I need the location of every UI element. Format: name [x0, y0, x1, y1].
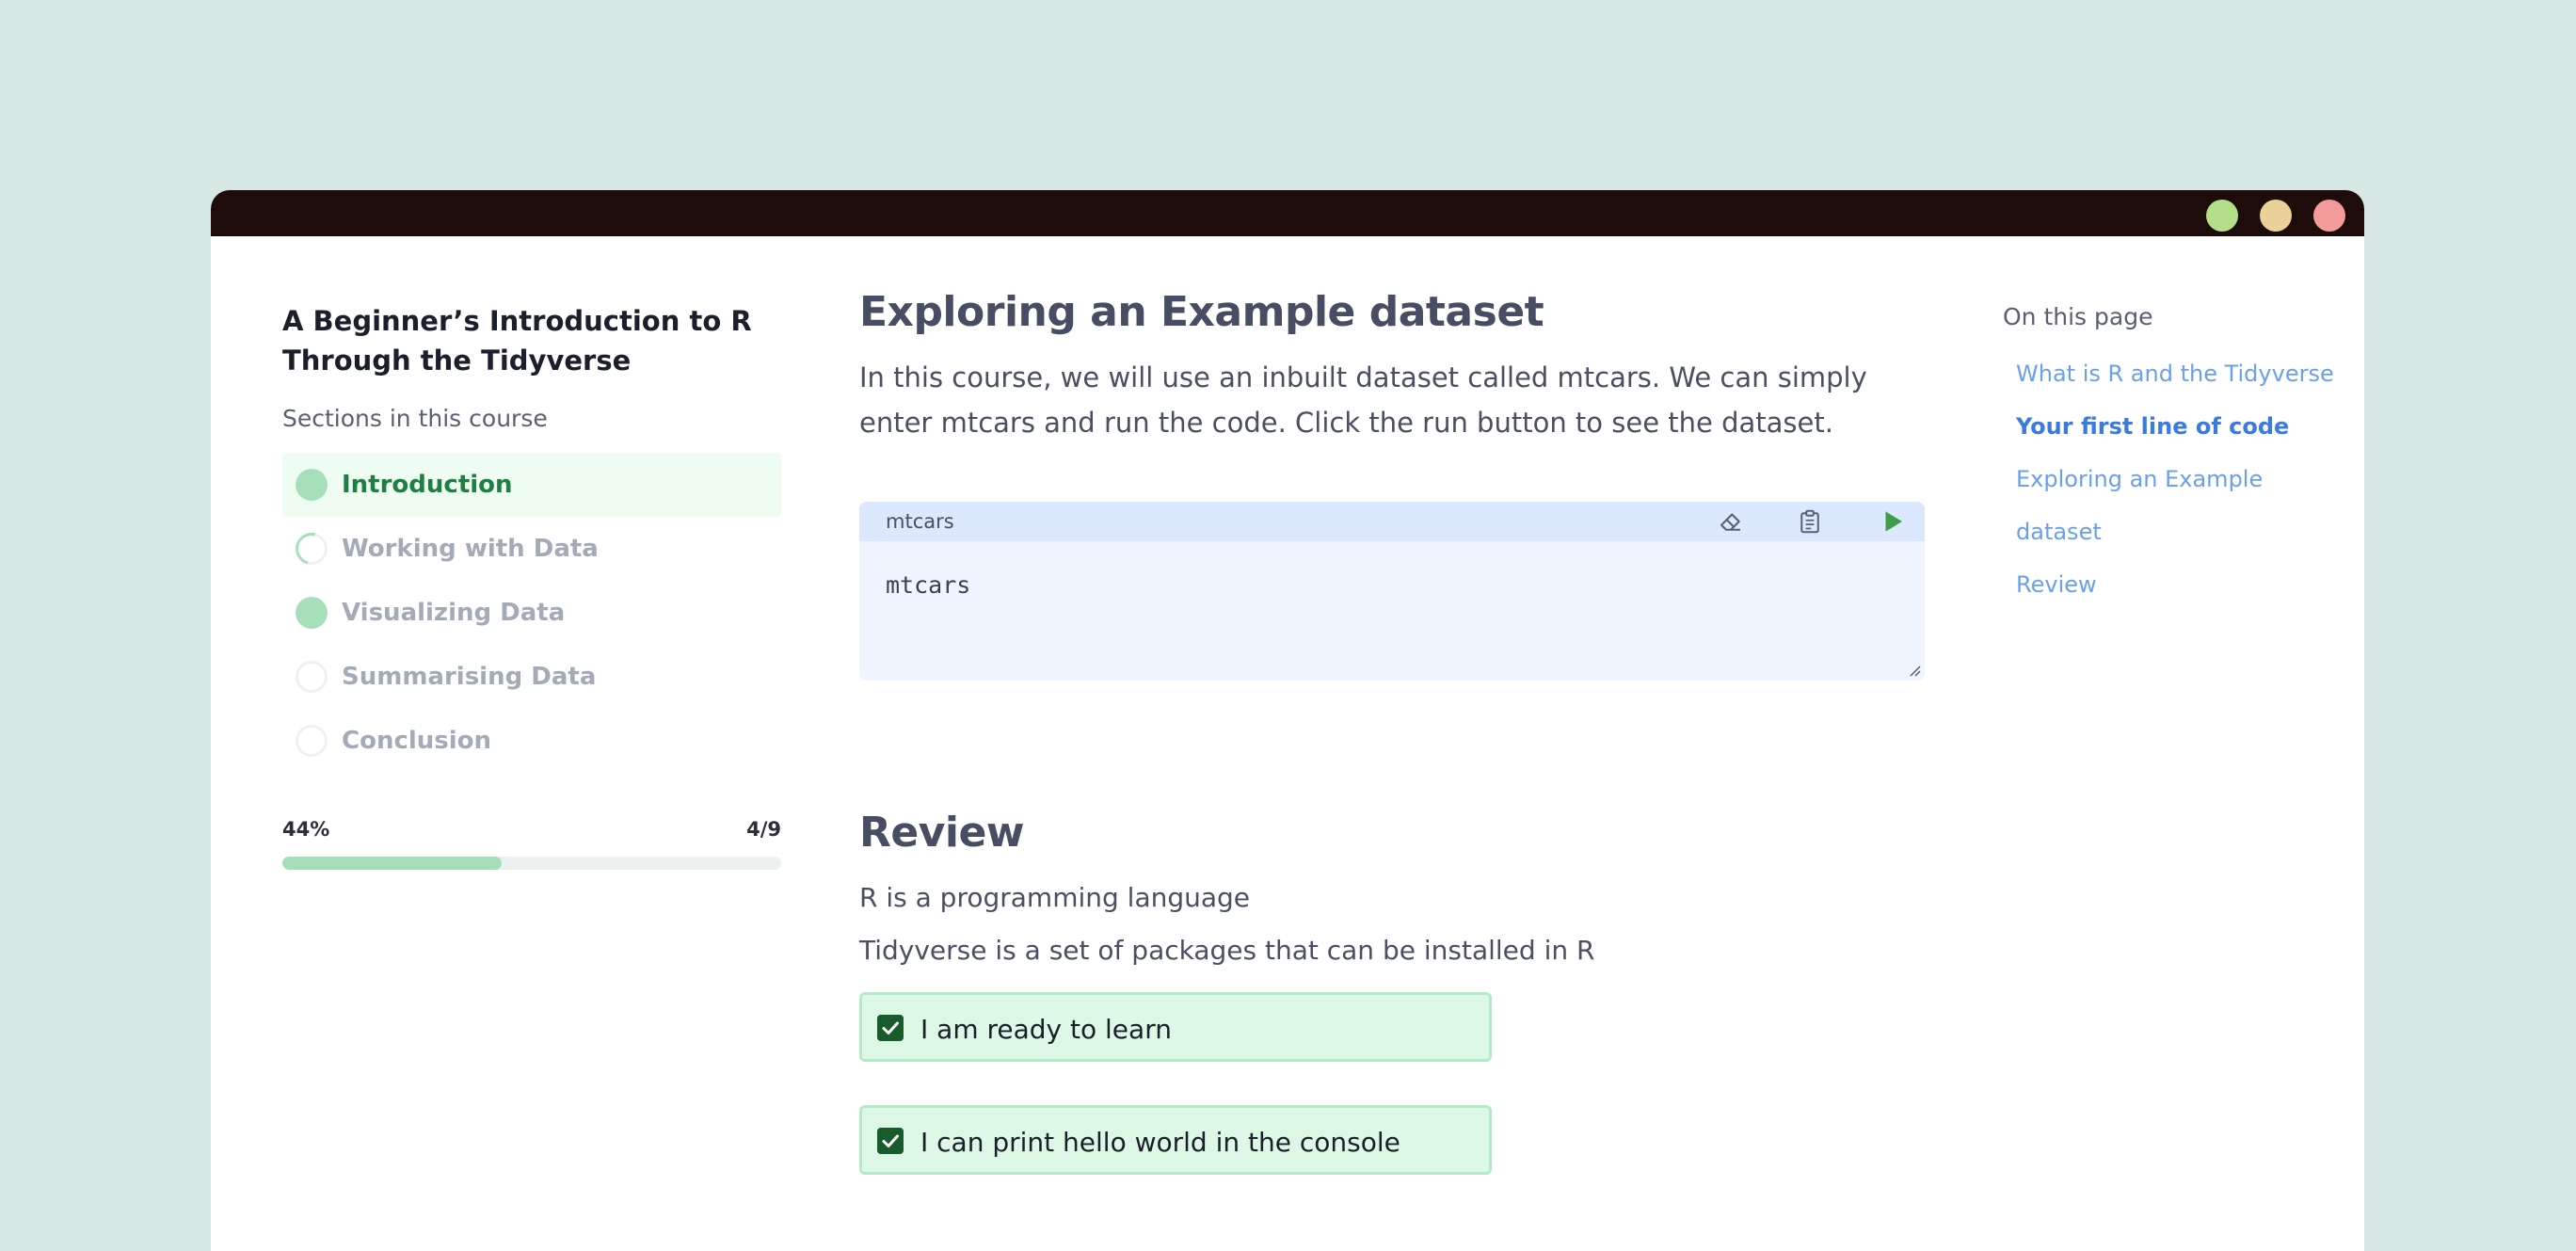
checklist-item-label: I can print hello world in the console: [920, 1127, 1400, 1158]
checkbox-checked-icon[interactable]: [877, 1015, 904, 1041]
window-close-button[interactable]: [2313, 200, 2345, 232]
clipboard-icon[interactable]: [1796, 507, 1824, 536]
toc-title: On this page: [2003, 303, 2153, 330]
checklist-item[interactable]: I can print hello world in the console: [859, 1105, 1492, 1175]
code-filename: mtcars: [886, 510, 954, 533]
main-content: Exploring an Example dataset In this cou…: [859, 288, 1925, 1175]
checklist-item-label: I am ready to learn: [920, 1014, 1172, 1045]
code-editor-header: mtcars: [859, 502, 1925, 541]
play-icon[interactable]: [1879, 507, 1907, 536]
section-item-conclusion[interactable]: Conclusion: [282, 709, 781, 773]
on-this-page-nav: On this page What is R and the Tidyverse…: [2003, 303, 2342, 611]
toc-link-review[interactable]: Review: [2003, 558, 2342, 611]
not-started-status-icon: [296, 725, 328, 757]
checklist-item[interactable]: I am ready to learn: [859, 992, 1492, 1062]
sections-label: Sections in this course: [282, 405, 548, 432]
code-editor[interactable]: mtcars mtcars: [859, 502, 1925, 681]
course-sidebar: A Beginner’s Introduction to R Through t…: [282, 301, 781, 870]
toc-list: What is R and the Tidyverse Your first l…: [2003, 347, 2342, 611]
not-started-status-icon: [296, 661, 328, 693]
window-yellow-button[interactable]: [2260, 200, 2292, 232]
eraser-icon[interactable]: [1717, 507, 1745, 536]
section-item-label: Visualizing Data: [342, 599, 566, 627]
section-item-label: Conclusion: [342, 727, 492, 755]
explore-paragraph: In this course, we will use an inbuilt d…: [859, 361, 1867, 439]
in-progress-status-icon: [289, 526, 334, 571]
section-item-label: Introduction: [342, 471, 513, 499]
section-list: Introduction Working with Data Visualizi…: [282, 453, 781, 773]
progress-bar: [282, 857, 781, 870]
checkbox-checked-icon[interactable]: [877, 1128, 904, 1154]
section-item-label: Working with Data: [342, 535, 599, 563]
course-title: A Beginner’s Introduction to R Through t…: [282, 305, 752, 377]
section-item-introduction[interactable]: Introduction: [282, 453, 781, 517]
progress-labels: 44% 4/9: [282, 818, 781, 841]
explore-title: Exploring an Example dataset: [859, 288, 1544, 336]
toc-link-what-is-r[interactable]: What is R and the Tidyverse: [2003, 347, 2342, 400]
progress-bar-fill: [282, 857, 503, 870]
section-item-summarising-data[interactable]: Summarising Data: [282, 645, 781, 709]
section-item-label: Summarising Data: [342, 663, 597, 691]
toc-link-exploring-dataset[interactable]: Exploring an Example dataset: [2003, 453, 2342, 558]
progress-percent: 44%: [282, 818, 330, 841]
review-title: Review: [859, 809, 1024, 857]
section-item-visualizing-data[interactable]: Visualizing Data: [282, 581, 781, 645]
progress-count: 4/9: [746, 818, 781, 841]
toc-link-first-line-of-code[interactable]: Your first line of code: [2003, 400, 2342, 453]
review-line: R is a programming language: [859, 882, 1251, 913]
resize-handle-icon[interactable]: [1908, 664, 1921, 677]
review-line: Tidyverse is a set of packages that can …: [859, 935, 1595, 966]
app-window: A Beginner’s Introduction to R Through t…: [211, 190, 2364, 1251]
window-titlebar: [211, 190, 2364, 236]
code-content[interactable]: mtcars: [886, 571, 970, 599]
section-item-working-with-data[interactable]: Working with Data: [282, 517, 781, 581]
complete-status-icon: [296, 469, 328, 501]
window-green-button[interactable]: [2206, 200, 2238, 232]
complete-status-icon: [296, 597, 328, 629]
